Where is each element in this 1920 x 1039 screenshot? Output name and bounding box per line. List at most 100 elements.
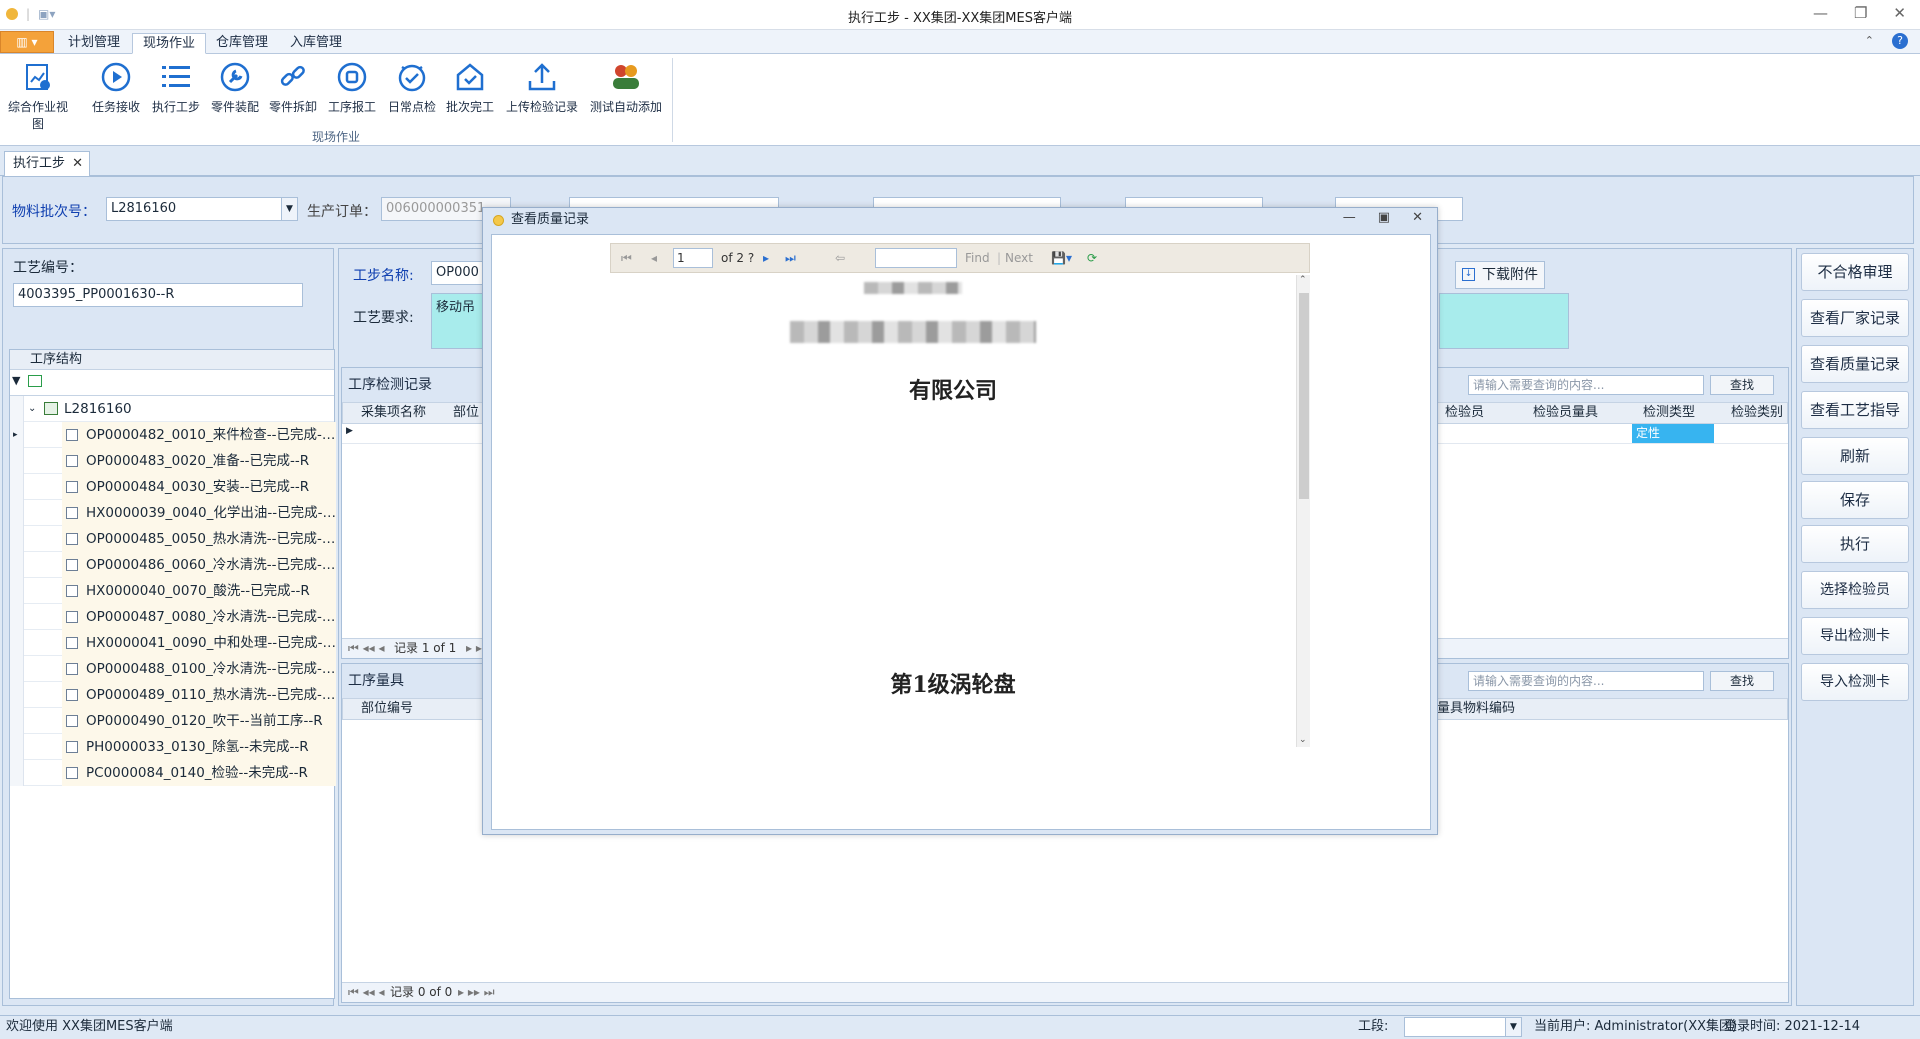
tree-node-row[interactable]: OP0000489_0110_热水清洗--已完成--R	[10, 682, 336, 708]
tree-node-label: OP0000490_0120_吹干--当前工序--R	[86, 713, 323, 729]
find-link[interactable]: Find	[965, 251, 990, 265]
view-process-guide-button[interactable]: 查看工艺指导	[1801, 391, 1909, 429]
help-icon[interactable]: ?	[1892, 33, 1908, 49]
pager-next-icon[interactable]: ▸ ▸	[466, 639, 482, 657]
task-receive-button[interactable]: 任务接收	[84, 60, 148, 115]
view-vendor-record-button[interactable]: 查看厂家记录	[1801, 299, 1909, 337]
pager-next-icon-2[interactable]: ▸ ▸▸ ⏭	[458, 983, 495, 1001]
app-menu-button[interactable]: ▥ ▾	[0, 31, 54, 53]
process-no-field[interactable]: 4003395_PP0001630--R	[13, 283, 303, 307]
prev-page-icon[interactable]: ◂	[651, 251, 657, 265]
close-tab-icon[interactable]: ✕	[72, 152, 83, 175]
tree-node-row[interactable]: PH0000033_0130_除氢--未完成--R	[10, 734, 336, 760]
first-page-icon[interactable]: ⏮	[621, 251, 632, 266]
step-req-label: 工艺要求:	[353, 310, 414, 326]
tree-node-row[interactable]: HX0000039_0040_化学出油--已完成--R	[10, 500, 336, 526]
tree-node-row[interactable]: HX0000041_0090_中和处理--已完成--R	[10, 630, 336, 656]
refresh-icon[interactable]: ⟳	[1087, 251, 1097, 265]
process-tree: 工序结构 ▼ ⌄ L2816160 ▸ OP0000482_0010_来件检查--…	[9, 349, 336, 999]
scroll-up-icon[interactable]: ⌃	[1299, 275, 1307, 285]
next-page-icon[interactable]: ▸	[763, 251, 769, 265]
execute-step-button[interactable]: 执行工步	[144, 60, 208, 115]
process-report-button[interactable]: 工序报工	[320, 60, 384, 115]
gauge-find-button[interactable]: 查找	[1710, 671, 1774, 691]
gauge-search-input[interactable]: 请输入需要查询的内容...	[1468, 671, 1704, 691]
tree-node-label: OP0000485_0050_热水清洗--已完成--R	[86, 531, 336, 547]
download-attachment-button[interactable]: ↓ 下载附件	[1455, 261, 1545, 289]
section-label: 工段:	[1358, 1019, 1389, 1034]
report-viewer-page: 有限公司 第1级涡轮盘 ⌃ ⌄	[610, 275, 1310, 747]
tree-node-row[interactable]: OP0000483_0020_准备--已完成--R	[10, 448, 336, 474]
expand-icon[interactable]: ⌄	[28, 396, 36, 422]
filter-icon[interactable]: ▼	[12, 374, 20, 387]
upload-inspection-button[interactable]: 上传检验记录	[502, 60, 582, 115]
tab-plan[interactable]: 计划管理	[58, 33, 130, 54]
export-card-button[interactable]: 导出检测卡	[1801, 617, 1909, 655]
restore-icon[interactable]: ❐	[1854, 4, 1867, 22]
chevron-down-icon[interactable]: ▼	[281, 198, 297, 220]
inspection-type-cell[interactable]: 定性	[1632, 424, 1714, 443]
tree-node-row[interactable]: ▸ OP0000482_0010_来件检查--已完成--R	[10, 422, 336, 448]
inspection-find-button[interactable]: 查找	[1710, 375, 1774, 395]
save-button[interactable]: 保存	[1801, 481, 1909, 519]
tree-root-row[interactable]: ⌄ L2816160	[10, 396, 334, 422]
collapse-ribbon-icon[interactable]: ⌃	[1865, 34, 1874, 47]
step-req-field-right[interactable]	[1439, 293, 1569, 349]
tab-storage[interactable]: 入库管理	[280, 33, 352, 54]
process-node-icon	[66, 507, 78, 519]
scroll-thumb[interactable]	[1299, 293, 1309, 499]
chevron-down-icon[interactable]: ▼	[1505, 1018, 1521, 1036]
batch-combo[interactable]: L2816160 ▼	[106, 197, 298, 221]
batch-complete-button[interactable]: 批次完工	[438, 60, 502, 115]
title-bar: | ▣▾ 执行工步 - XX集团-XX集团MES客户端 — ❐ ✕	[0, 0, 1920, 30]
refresh-button[interactable]: 刷新	[1801, 437, 1909, 475]
maximize-icon[interactable]: ▣	[1378, 210, 1390, 225]
tree-node-row[interactable]: OP0000490_0120_吹干--当前工序--R	[10, 708, 336, 734]
tree-node-row[interactable]: OP0000485_0050_热水清洗--已完成--R	[10, 526, 336, 552]
execute-button[interactable]: 执行	[1801, 525, 1909, 563]
process-no-label: 工艺编号：	[13, 260, 83, 276]
last-page-icon[interactable]: ⏭	[785, 251, 796, 266]
row-pointer-icon: ▶	[346, 426, 353, 436]
tab-warehouse[interactable]: 仓库管理	[206, 33, 278, 54]
process-node-icon	[66, 663, 78, 675]
find-input[interactable]	[875, 248, 957, 268]
tree-node-row[interactable]: HX0000040_0070_酸洗--已完成--R	[10, 578, 336, 604]
ribbon: 综合作业视图 任务接收 执行工步 零件装配 零件拆卸 工序报工 日常点检 批次完…	[0, 54, 1920, 146]
part-assemble-button[interactable]: 零件装配	[203, 60, 267, 115]
doc-tab-execute-step[interactable]: 执行工步 ✕	[4, 151, 91, 176]
daily-check-button[interactable]: 日常点检	[380, 60, 444, 115]
tree-node-row[interactable]: OP0000487_0080_冷水清洗--已完成--R	[10, 604, 336, 630]
tree-node-row[interactable]: OP0000488_0100_冷水清洗--已完成--R	[10, 656, 336, 682]
company-text: 有限公司	[908, 378, 997, 404]
inspection-search-input[interactable]: 请输入需要查询的内容...	[1468, 375, 1704, 395]
tree-node-row[interactable]: OP0000486_0060_冷水清洗--已完成--R	[10, 552, 336, 578]
view-quality-record-button[interactable]: 查看质量记录	[1801, 345, 1909, 383]
section-combo[interactable]: ▼	[1404, 1017, 1522, 1037]
overview-button[interactable]: 综合作业视图	[6, 60, 70, 132]
next-link[interactable]: Next	[1005, 251, 1033, 265]
report-scrollbar[interactable]: ⌃ ⌄	[1296, 275, 1310, 747]
part-disassemble-button[interactable]: 零件拆卸	[261, 60, 325, 115]
close-icon[interactable]: ✕	[1412, 210, 1423, 225]
tree-node-row[interactable]: OP0000484_0030_安装--已完成--R	[10, 474, 336, 500]
minimize-icon[interactable]: —	[1813, 4, 1828, 22]
tab-onsite[interactable]: 现场作业	[132, 33, 207, 54]
tree-filter-icon	[28, 375, 42, 387]
back-icon[interactable]: ⇦	[835, 251, 845, 265]
page-number-input[interactable]: 1	[673, 248, 713, 268]
tree-node-row[interactable]: PC0000084_0140_检验--未完成--R	[10, 760, 336, 786]
export-icon[interactable]: 💾▾	[1051, 251, 1072, 265]
pager-first-icon[interactable]: ⏮ ◂◂ ◂	[348, 639, 385, 657]
close-icon[interactable]: ✕	[1893, 4, 1906, 22]
import-card-button[interactable]: 导入检测卡	[1801, 663, 1909, 701]
left-panel: 工艺编号： 4003395_PP0001630--R 工序结构 ▼ ⌄ L281…	[2, 248, 336, 1006]
test-auto-add-button[interactable]: 测试自动添加	[586, 60, 666, 115]
nonconformity-review-button[interactable]: 不合格审理	[1801, 253, 1909, 291]
pager-first-icon-2[interactable]: ⏮ ◂◂ ◂	[348, 983, 385, 1001]
scroll-down-icon[interactable]: ⌄	[1299, 735, 1307, 745]
select-inspector-button[interactable]: 选择检验员	[1801, 571, 1909, 609]
tree-filter-row[interactable]: ▼	[10, 370, 334, 396]
list-icon	[159, 60, 193, 94]
minimize-icon[interactable]: —	[1343, 210, 1356, 225]
